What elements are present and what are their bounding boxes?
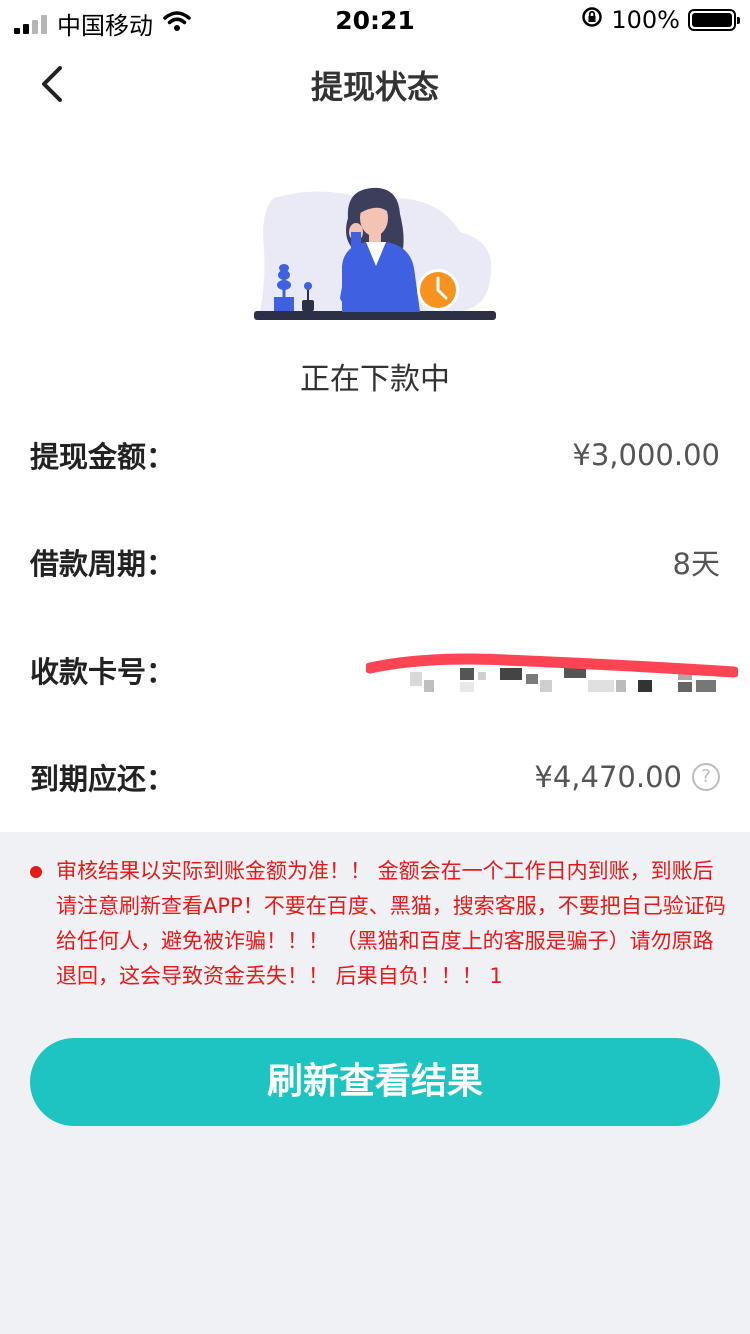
detail-label: 收款卡号：	[30, 655, 176, 689]
notice-text: 审核结果以实际到账金额为准！！ 金额会在一个工作日内到账，到账后请注意刷新查看A…	[56, 859, 726, 988]
detail-row-due-amount: 到期应还： ¥4,470.00 ?	[30, 752, 720, 802]
detail-value: 8天	[672, 547, 720, 581]
refresh-result-button[interactable]: 刷新查看结果	[30, 1038, 720, 1126]
status-bar-right: 100%	[581, 6, 740, 34]
orientation-lock-icon	[581, 6, 603, 34]
woman-waiting-clock-illustration	[254, 187, 496, 320]
navigation-bar: 提现状态	[0, 40, 750, 128]
detail-label: 到期应还：	[30, 762, 176, 796]
red-dot-icon	[30, 866, 42, 878]
withdrawal-status-text: 正在下款中	[300, 362, 450, 397]
detail-value: ¥4,470.00	[534, 760, 682, 794]
page-title: 提现状态	[310, 68, 439, 106]
detail-row-amount: 提现金额： ¥3,000.00	[30, 430, 720, 480]
battery-icon	[688, 9, 740, 31]
detail-label: 提现金额：	[30, 440, 176, 474]
battery-percent: 100%	[611, 6, 680, 34]
redacted-card-number	[366, 653, 738, 692]
detail-value-group: ¥4,470.00 ?	[534, 760, 720, 794]
detail-row-period: 借款周期： 8天	[30, 537, 720, 587]
status-bar: 中国移动 20:21 100%	[0, 0, 750, 40]
warning-notice: 审核结果以实际到账金额为准！！ 金额会在一个工作日内到账，到账后请注意刷新查看A…	[30, 854, 730, 994]
detail-value: ¥3,000.00	[572, 438, 720, 472]
help-icon[interactable]: ?	[692, 763, 720, 791]
detail-label: 借款周期：	[30, 547, 176, 581]
